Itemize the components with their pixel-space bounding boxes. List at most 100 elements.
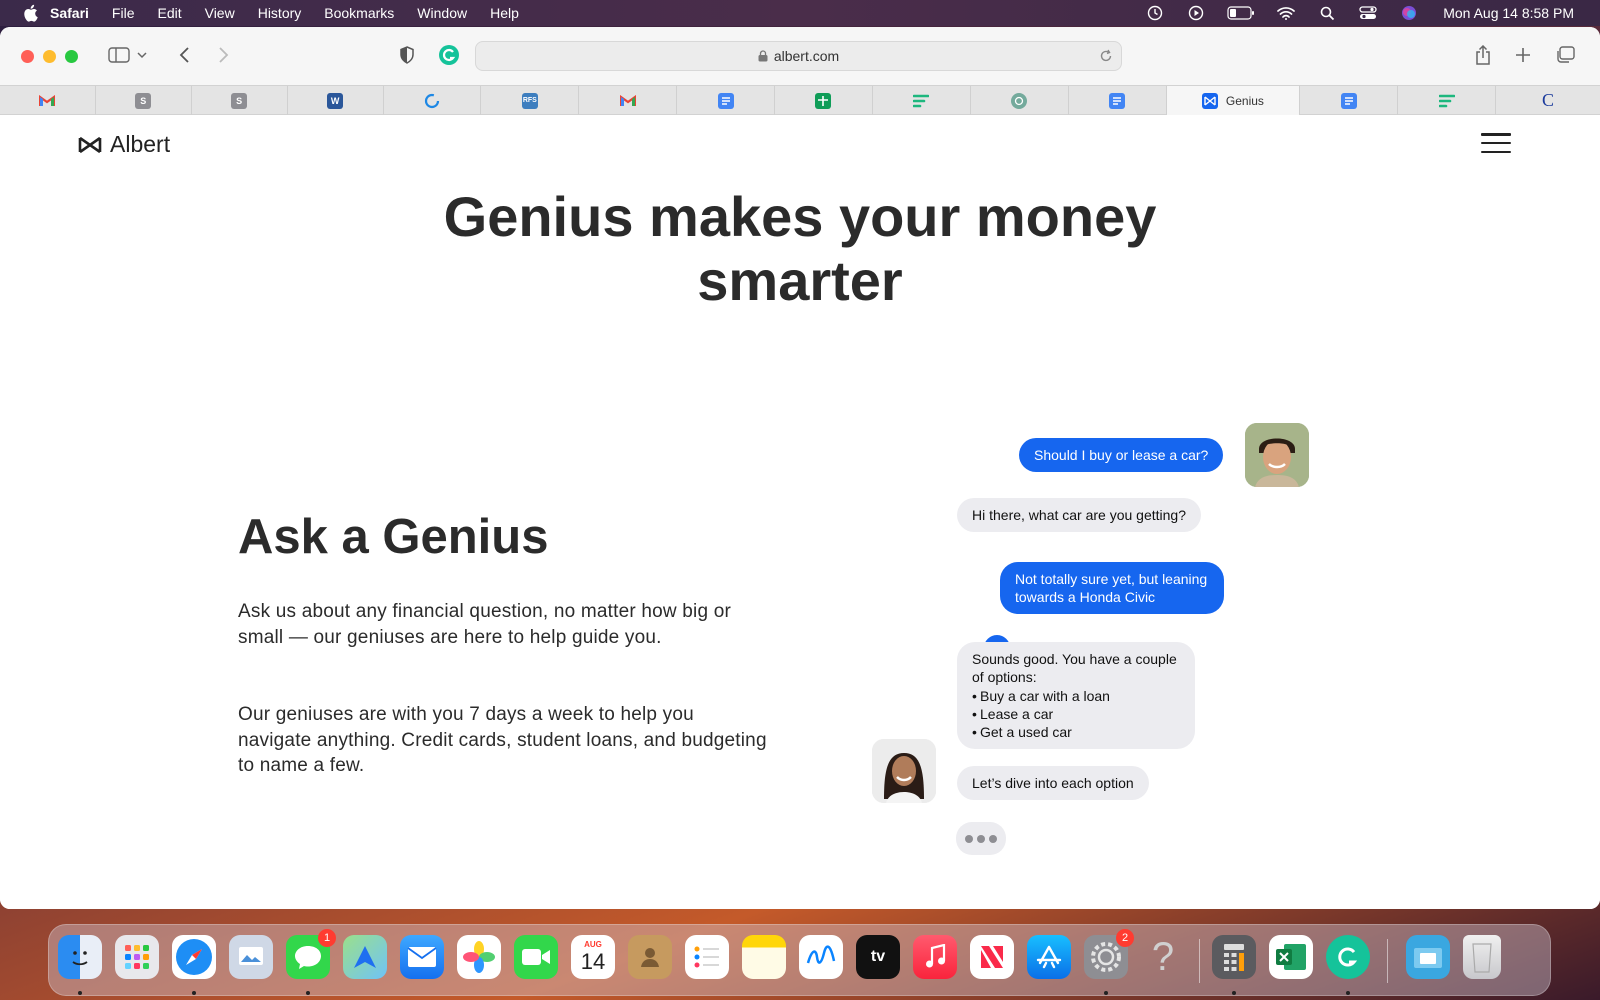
folder-icon xyxy=(1414,948,1442,968)
dock-freeform[interactable] xyxy=(799,935,843,979)
albert-logo[interactable]: Albert xyxy=(78,131,170,158)
tab-s-app[interactable]: S xyxy=(96,86,192,115)
tab-google-docs[interactable] xyxy=(677,86,775,115)
forward-button[interactable] xyxy=(210,44,236,66)
tab-s-app-2[interactable]: S xyxy=(192,86,288,115)
dock-maps[interactable] xyxy=(343,935,387,979)
tab-gmail-2[interactable] xyxy=(579,86,678,115)
sidebar-toggle-icon[interactable] xyxy=(106,44,132,66)
menu-history[interactable]: History xyxy=(258,5,302,21)
grammarly-icon xyxy=(1338,947,1358,967)
safari-window: albert.com S S W RFS Genius C Albert Gen… xyxy=(0,27,1600,909)
tab-refresh-app[interactable] xyxy=(384,86,482,115)
dock-system-settings[interactable]: 2 xyxy=(1084,929,1134,979)
tab-word[interactable]: W xyxy=(288,86,384,115)
dock-finder[interactable] xyxy=(58,935,102,979)
privacy-shield-icon[interactable] xyxy=(394,44,420,66)
tab-bars-app-2[interactable] xyxy=(1398,86,1497,115)
chat-message-5: Let’s dive into each option xyxy=(957,766,1149,800)
dock-trash[interactable] xyxy=(1463,935,1501,979)
excel-icon xyxy=(1276,944,1306,970)
reload-icon[interactable] xyxy=(1099,49,1113,63)
question-mark-icon: ? xyxy=(1151,934,1175,979)
time-machine-icon[interactable] xyxy=(1144,5,1166,21)
maps-icon xyxy=(354,946,376,968)
tab-genius[interactable]: Genius xyxy=(1166,86,1301,115)
gmail-icon xyxy=(619,93,636,109)
control-center-icon[interactable] xyxy=(1357,5,1379,21)
section-title: Ask a Genius xyxy=(238,510,549,564)
dock-launchpad[interactable] xyxy=(115,935,159,979)
dock-screenshots-folder[interactable] xyxy=(1406,935,1450,979)
dock-news[interactable] xyxy=(970,935,1014,979)
dock-contacts[interactable] xyxy=(628,935,672,979)
dock-notes[interactable] xyxy=(742,935,786,979)
safari-icon xyxy=(176,939,212,975)
tab-rfs[interactable]: RFS xyxy=(481,86,580,115)
music-icon xyxy=(926,944,946,968)
menu-bookmarks[interactable]: Bookmarks xyxy=(324,5,394,21)
dock-facetime[interactable] xyxy=(514,935,558,979)
minimize-window-button[interactable] xyxy=(43,50,56,63)
dock-reminders[interactable] xyxy=(685,935,729,979)
address-bar[interactable]: albert.com xyxy=(475,41,1122,71)
menu-view[interactable]: View xyxy=(205,5,235,21)
close-window-button[interactable] xyxy=(21,50,34,63)
dock-app-store[interactable] xyxy=(1027,935,1071,979)
photos-icon xyxy=(463,941,495,973)
hero-title-line-1: Genius makes your money xyxy=(443,185,1157,248)
word-icon: W xyxy=(327,92,344,109)
dock-calendar[interactable]: AUG 14 xyxy=(571,935,615,979)
chat-message-1: Should I buy or lease a car? xyxy=(1019,438,1224,472)
news-icon xyxy=(981,946,1003,968)
dock-help[interactable]: ? xyxy=(1141,935,1185,979)
avatar-genius xyxy=(872,739,936,803)
spotlight-icon[interactable] xyxy=(1316,5,1338,21)
battery-icon[interactable] xyxy=(1226,5,1256,21)
back-button[interactable] xyxy=(172,44,198,66)
grammarly-extension-icon[interactable] xyxy=(436,44,462,66)
dock-photos[interactable] xyxy=(457,935,501,979)
menu-file[interactable]: File xyxy=(112,5,135,21)
hamburger-menu-icon[interactable] xyxy=(1481,133,1511,153)
calculator-icon xyxy=(1224,944,1244,971)
dock-mail[interactable] xyxy=(400,935,444,979)
dock-calculator[interactable] xyxy=(1212,935,1256,979)
tab-openai[interactable] xyxy=(971,86,1069,115)
tab-gmail[interactable] xyxy=(0,86,96,115)
menu-clock[interactable]: Mon Aug 14 8:58 PM xyxy=(1443,5,1574,21)
tab-c-app[interactable]: C xyxy=(1496,86,1600,115)
wifi-icon[interactable] xyxy=(1275,5,1297,21)
tab-google-docs-2[interactable] xyxy=(1069,86,1167,115)
tab-google-docs-3[interactable] xyxy=(1300,86,1399,115)
typing-indicator xyxy=(956,822,1006,855)
play-icon[interactable] xyxy=(1185,5,1207,21)
tab-overview-icon[interactable] xyxy=(1552,44,1578,66)
hero-title-line-2: smarter xyxy=(697,249,903,312)
albert-logo-icon xyxy=(78,136,102,153)
dock-messages[interactable]: 1 xyxy=(286,929,336,979)
menu-bar: Safari File Edit View History Bookmarks … xyxy=(0,0,1600,26)
menu-help[interactable]: Help xyxy=(490,5,519,21)
menu-window[interactable]: Window xyxy=(417,5,467,21)
menu-edit[interactable]: Edit xyxy=(157,5,181,21)
app-store-icon xyxy=(1036,945,1062,969)
zoom-window-button[interactable] xyxy=(65,50,78,63)
dock-music[interactable] xyxy=(913,935,957,979)
chevron-down-icon[interactable] xyxy=(134,44,150,66)
dock-excel[interactable] xyxy=(1269,935,1313,979)
dock-tv[interactable]: tv xyxy=(856,935,900,979)
menu-safari[interactable]: Safari xyxy=(50,5,89,21)
dock-grammarly[interactable] xyxy=(1326,935,1370,979)
apple-icon[interactable] xyxy=(22,4,38,22)
dock-preview[interactable] xyxy=(229,935,273,979)
tab-label: Genius xyxy=(1225,93,1264,108)
share-icon[interactable] xyxy=(1470,44,1496,66)
tab-google-sheets[interactable] xyxy=(775,86,873,115)
chat-options-list: Buy a car with a loan Lease a car Get a … xyxy=(972,687,1180,741)
dock-safari[interactable] xyxy=(172,935,216,979)
tab-bars-app[interactable] xyxy=(873,86,971,115)
rfs-icon: RFS xyxy=(521,92,538,109)
new-tab-icon[interactable] xyxy=(1510,44,1536,66)
siri-icon[interactable] xyxy=(1398,5,1420,21)
